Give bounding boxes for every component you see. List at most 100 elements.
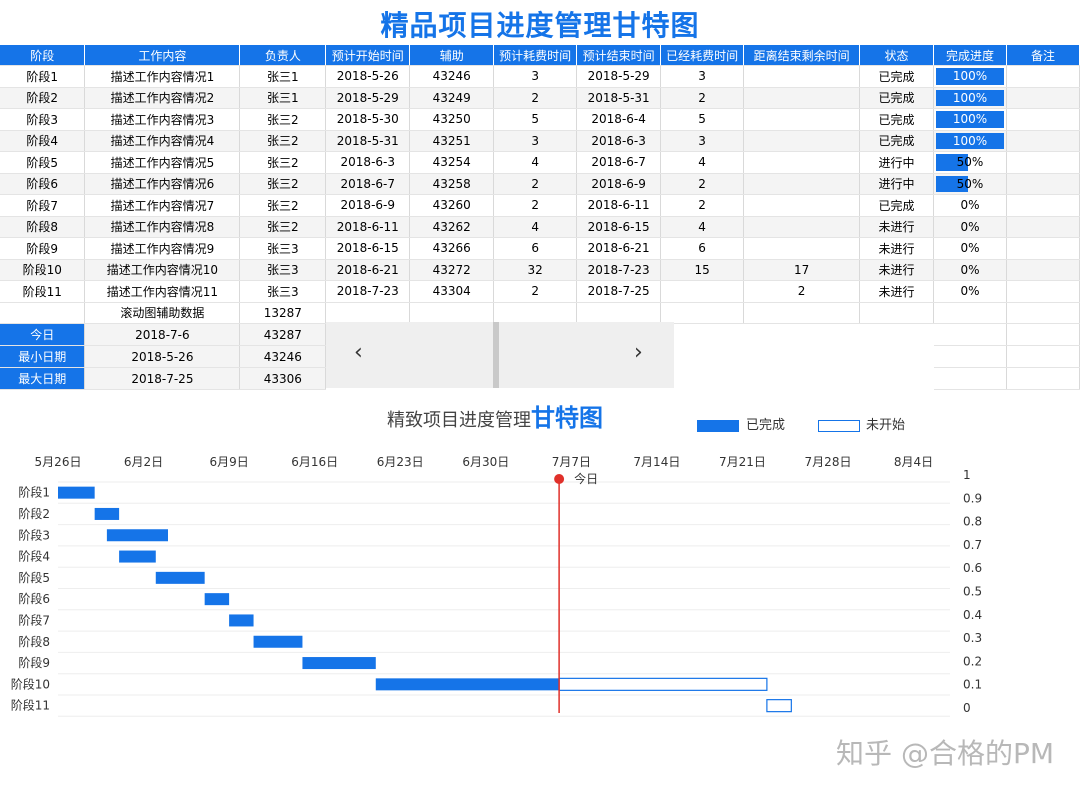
done-bar — [106, 529, 168, 542]
legend-done-swatch — [697, 420, 739, 432]
x-tick-label: 6月2日 — [124, 455, 163, 469]
scroll-thumb[interactable] — [493, 322, 499, 388]
cell-note[interactable] — [1006, 173, 1080, 195]
y2-tick-label: 0.9 — [963, 491, 982, 505]
cell-note[interactable] — [1006, 216, 1080, 238]
cell-note[interactable] — [1006, 65, 1080, 88]
cell-end: 2018-6-9 — [576, 173, 662, 195]
cell-note[interactable] — [1006, 87, 1080, 109]
progress-label: 100% — [952, 133, 988, 148]
helper-label: 滚动图辅助数据 — [84, 302, 241, 324]
stage-label: 阶段10 — [11, 676, 50, 691]
cell-progress: 50% — [933, 173, 1007, 195]
x-tick-label: 5月26日 — [35, 455, 82, 469]
cell-owner: 张三3 — [239, 259, 327, 281]
cell-work: 描述工作内容情况1 — [84, 65, 241, 88]
cell-plan: 3 — [493, 65, 578, 88]
legend-done-label: 已完成 — [746, 418, 786, 433]
cell-progress: 100% — [933, 65, 1007, 88]
helper-row: 滚动图辅助数据 13287 — [0, 302, 1080, 324]
progress-label: 0% — [960, 198, 980, 212]
cell-plan: 3 — [493, 130, 578, 152]
cell-status: 未进行 — [859, 237, 935, 260]
cell-aux: 43251 — [409, 130, 495, 152]
progress-label: 100% — [952, 69, 988, 83]
cell-spent: 2 — [660, 87, 745, 109]
done-bar — [119, 550, 156, 563]
cell-plan: 32 — [493, 259, 578, 281]
cell-owner: 张三2 — [239, 216, 327, 238]
cell-owner: 张三3 — [239, 237, 327, 260]
cell-remain — [743, 130, 861, 152]
cell-stage: 阶段5 — [0, 151, 86, 174]
cell-start: 2018-6-15 — [325, 237, 411, 260]
cell-remain — [743, 216, 861, 238]
cell-spent: 3 — [660, 130, 745, 152]
cell-status: 未进行 — [859, 280, 935, 303]
progress-label: 0% — [960, 241, 980, 255]
legend-todo-swatch — [818, 420, 860, 432]
cell-status: 进行中 — [859, 173, 935, 195]
cell-stage: 阶段9 — [0, 237, 86, 260]
cell-aux: 43258 — [409, 173, 495, 195]
stage-label: 阶段6 — [18, 591, 50, 606]
cell-progress: 100% — [933, 108, 1007, 131]
progress-label: 0% — [960, 262, 980, 277]
cell-aux: 43250 — [409, 108, 495, 131]
cell-remain — [743, 108, 861, 131]
cell-progress: 0% — [933, 194, 1007, 217]
x-tick-label: 6月23日 — [377, 455, 424, 469]
table-header-row: 阶段 工作内容 负责人 预计开始时间 辅助 预计耗费时间 预计结束时间 已经耗费时间 距离结束剩… — [0, 45, 1080, 66]
cell-plan: 4 — [493, 151, 578, 174]
cell-aux: 43254 — [409, 151, 495, 174]
cell-owner: 张三1 — [239, 87, 327, 109]
scroll-left-button[interactable]: ‹ — [354, 340, 363, 365]
stage-label: 阶段9 — [18, 655, 50, 670]
cell-spent: 2 — [660, 173, 745, 195]
scroll-right-button[interactable]: › — [634, 340, 643, 365]
table-row: 阶段1 描述工作内容情况1 张三1 2018-5-26 43246 3 2018-5-29 3… — [0, 65, 1080, 88]
cell-progress: 100% — [933, 130, 1007, 152]
column-header: 状态 — [859, 45, 935, 66]
cell-note[interactable] — [1006, 280, 1080, 303]
done-bar — [155, 571, 205, 584]
cell-progress: 0% — [933, 237, 1007, 260]
info-value: 43287 — [239, 323, 327, 346]
cell-remain — [743, 194, 861, 217]
cell-plan: 5 — [493, 108, 578, 131]
cell-work: 描述工作内容情况4 — [84, 130, 241, 152]
cell-stage: 阶段7 — [0, 194, 86, 217]
scroll-track[interactable] — [326, 322, 674, 388]
progress-label: 100% — [952, 90, 988, 105]
done-bar — [253, 635, 303, 648]
cell-plan: 4 — [493, 216, 578, 238]
cell-start: 2018-5-29 — [325, 87, 411, 109]
cell-start: 2018-6-9 — [325, 194, 411, 217]
column-header: 完成进度 — [933, 45, 1007, 66]
cell-end: 2018-5-31 — [576, 87, 662, 109]
cell-progress: 0% — [933, 280, 1007, 303]
cell-plan: 2 — [493, 173, 578, 195]
cell-stage: 阶段1 — [0, 65, 86, 88]
cell-note[interactable] — [1006, 151, 1080, 174]
progress-label: 100% — [952, 112, 988, 126]
cell-note[interactable] — [1006, 130, 1080, 152]
cell-work: 描述工作内容情况9 — [84, 237, 241, 260]
helper-value: 13287 — [239, 302, 327, 324]
cell-owner: 张三2 — [239, 130, 327, 152]
info-date: 2018-7-25 — [84, 367, 241, 390]
cell-work: 描述工作内容情况8 — [84, 216, 241, 238]
cell-start: 2018-5-26 — [325, 65, 411, 88]
cell-progress: 50% — [933, 151, 1007, 174]
cell-aux: 43272 — [409, 259, 495, 281]
cell-note[interactable] — [1006, 259, 1080, 281]
cell-stage: 阶段10 — [0, 259, 86, 281]
cell-note[interactable] — [1006, 237, 1080, 260]
table-row: 阶段3 描述工作内容情况3 张三2 2018-5-30 43250 5 2018-6-4 5 已… — [0, 108, 1080, 131]
cell-note[interactable] — [1006, 194, 1080, 217]
today-label: 今日 — [574, 471, 598, 486]
stage-label: 阶段8 — [18, 634, 50, 649]
cell-note[interactable] — [1006, 108, 1080, 131]
cell-plan: 2 — [493, 87, 578, 109]
cell-spent: 4 — [660, 151, 745, 174]
